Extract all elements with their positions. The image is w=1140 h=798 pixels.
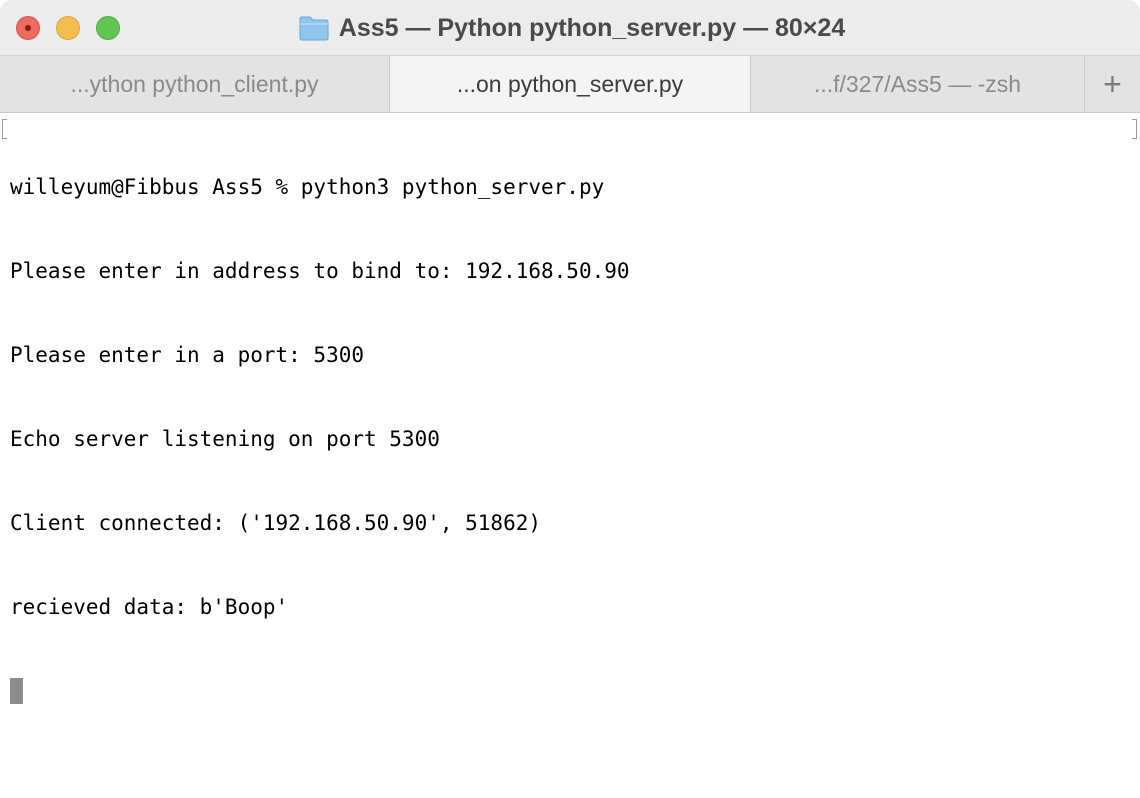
mark-bracket-right (1132, 119, 1137, 139)
tab-bar: ...ython python_client.py ...on python_s… (0, 56, 1140, 113)
terminal-line: Please enter in address to bind to: 192.… (10, 259, 630, 283)
terminal-lines: willeyum@Fibbus Ass5 % python3 python_se… (10, 117, 630, 761)
terminal-window: Ass5 — Python python_server.py — 80×24 .… (0, 0, 1140, 798)
terminal-line: Echo server listening on port 5300 (10, 427, 440, 451)
window-title: Ass5 — Python python_server.py — 80×24 (338, 13, 846, 42)
mark-bracket-left (2, 119, 7, 139)
tab-python-client[interactable]: ...ython python_client.py (0, 56, 390, 112)
terminal-line: Please enter in a port: 5300 (10, 343, 365, 367)
terminal-line: recieved data: b'Boop' (10, 595, 289, 619)
plus-icon: + (1103, 65, 1122, 102)
terminal-output[interactable]: willeyum@Fibbus Ass5 % python3 python_se… (0, 113, 1140, 798)
title-bar[interactable]: Ass5 — Python python_server.py — 80×24 (0, 0, 1140, 56)
text-cursor (10, 678, 23, 704)
tab-zsh[interactable]: ...f/327/Ass5 — -zsh (751, 56, 1085, 112)
tab-python-server[interactable]: ...on python_server.py (390, 56, 751, 112)
terminal-line: Client connected: ('192.168.50.90', 5186… (10, 511, 542, 535)
new-tab-button[interactable]: + (1085, 56, 1140, 112)
cursor-line (10, 677, 630, 705)
title-container: Ass5 — Python python_server.py — 80×24 (0, 0, 1140, 56)
terminal-line: willeyum@Fibbus Ass5 % python3 python_se… (10, 175, 605, 199)
folder-icon (299, 16, 329, 41)
